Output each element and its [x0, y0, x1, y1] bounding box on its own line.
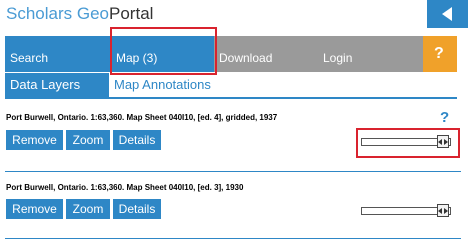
- layer-title: Port Burwell, Ontario. 1:63,360. Map She…: [6, 113, 278, 122]
- layer-item: Port Burwell, Ontario. 1:63,360. Map She…: [0, 182, 468, 227]
- scholars-geoportal-logo[interactable]: Scholars GeoPortal: [6, 3, 153, 25]
- logo-text-portal: Portal: [109, 4, 154, 23]
- help-tab[interactable]: ?: [423, 36, 457, 72]
- tab-search[interactable]: Search: [5, 36, 110, 72]
- map-subnav: Data Layers Map Annotations: [5, 73, 457, 99]
- layer-help-icon[interactable]: ?: [440, 110, 449, 126]
- remove-button[interactable]: Remove: [6, 199, 63, 219]
- slider-highlight: [356, 128, 460, 158]
- back-arrow-icon: [442, 7, 452, 21]
- details-button[interactable]: Details: [113, 130, 161, 150]
- tab-data-layers[interactable]: Data Layers: [5, 73, 109, 97]
- arrow-right-icon: [444, 208, 448, 214]
- app-header: Scholars GeoPortal: [0, 0, 468, 30]
- tab-download[interactable]: Download: [214, 36, 318, 72]
- logo-text-scholars: Scholars: [6, 4, 77, 23]
- logo-text-geo: Geo: [76, 4, 110, 23]
- tab-map-annotations[interactable]: Map Annotations: [114, 73, 211, 97]
- slider-handle[interactable]: [437, 204, 449, 217]
- arrow-left-icon: [438, 208, 442, 214]
- back-button[interactable]: [427, 0, 468, 28]
- opacity-slider[interactable]: [361, 204, 451, 217]
- zoom-button[interactable]: Zoom: [66, 199, 110, 219]
- main-nav: Search Map (3) Download Login ?: [5, 36, 457, 72]
- layer-title: Port Burwell, Ontario. 1:63,360. Map She…: [6, 183, 244, 192]
- tab-login[interactable]: Login: [318, 36, 423, 72]
- layer-divider: [5, 171, 461, 172]
- details-button[interactable]: Details: [113, 199, 161, 219]
- remove-button[interactable]: Remove: [6, 130, 63, 150]
- zoom-button[interactable]: Zoom: [66, 130, 110, 150]
- map-tab-highlight: [110, 27, 217, 75]
- layer-divider: [5, 238, 461, 239]
